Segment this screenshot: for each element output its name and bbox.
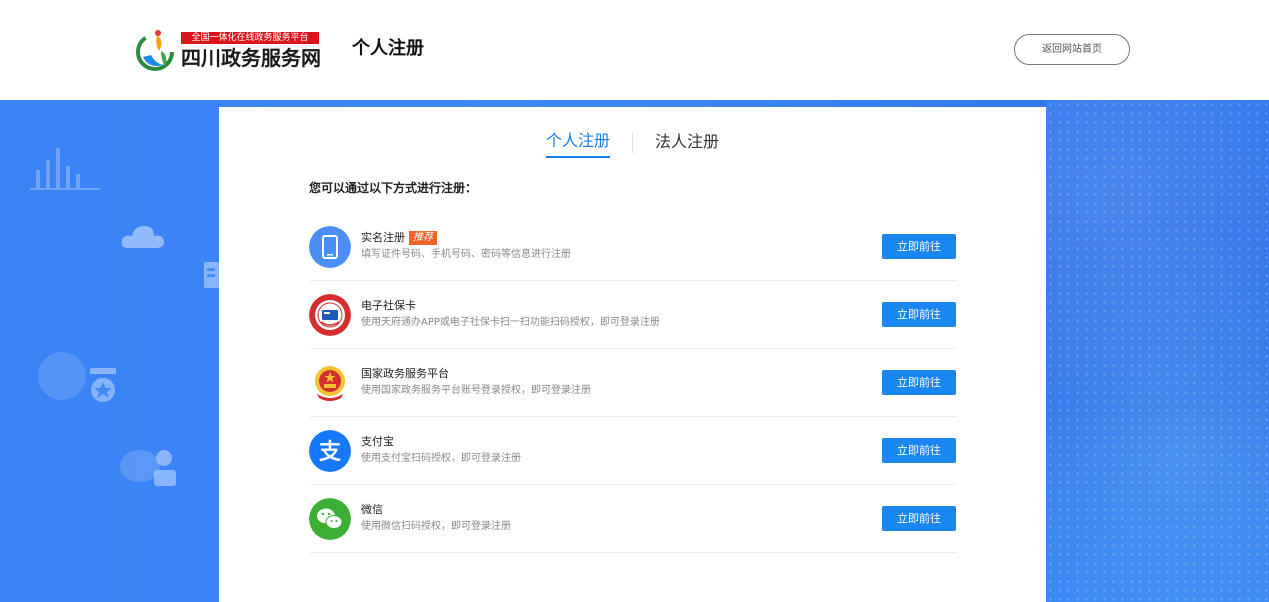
option-description: 使用天府通办APP或电子社保卡扫一扫功能扫码授权，即可登录注册 bbox=[361, 317, 660, 328]
option-title: 电子社保卡 bbox=[361, 299, 416, 312]
medal-deco-icon bbox=[90, 368, 116, 402]
option-title: 国家政务服务平台 bbox=[361, 367, 449, 380]
chat-user-deco-icon bbox=[120, 450, 176, 486]
go-real-name-registration-button[interactable]: 立即前往 bbox=[882, 234, 956, 259]
social-security-card-icon bbox=[309, 294, 351, 336]
go-national-gov-platform-button[interactable]: 立即前往 bbox=[882, 370, 956, 395]
option-national-gov-platform: 国家政务服务平台 使用国家政务服务平台账号登录授权，即可登录注册 立即前往 bbox=[309, 349, 956, 417]
wechat-icon bbox=[309, 498, 351, 540]
svg-text:支: 支 bbox=[319, 440, 342, 465]
registration-intro: 您可以通过以下方式进行注册： bbox=[309, 181, 478, 195]
national-emblem-icon bbox=[309, 362, 351, 404]
option-social-security-card: 电子社保卡 使用天府通办APP或电子社保卡扫一扫功能扫码授权，即可登录注册 立即… bbox=[309, 281, 956, 349]
option-wechat: 微信 使用微信扫码授权，即可登录注册 立即前往 bbox=[309, 485, 956, 553]
logo-site-name: 四川政务服务网 bbox=[181, 46, 321, 70]
go-social-security-card-button[interactable]: 立即前往 bbox=[882, 302, 956, 327]
recommend-badge: 推荐 bbox=[409, 231, 437, 245]
option-description: 使用国家政务服务平台账号登录授权，即可登录注册 bbox=[361, 385, 591, 396]
tablet-icon bbox=[309, 226, 351, 268]
globe-deco-icon bbox=[38, 352, 86, 400]
document-deco-icon bbox=[204, 262, 220, 288]
bar-chart-deco-icon bbox=[30, 148, 100, 190]
go-alipay-button[interactable]: 立即前往 bbox=[882, 438, 956, 463]
registration-card: 个人注册 法人注册 您可以通过以下方式进行注册： 实名注册 推荐 填写证件号码、手… bbox=[219, 107, 1046, 602]
dot-pattern bbox=[1046, 100, 1269, 602]
go-wechat-button[interactable]: 立即前往 bbox=[882, 506, 956, 531]
tab-personal-registration[interactable]: 个人注册 bbox=[545, 128, 610, 158]
option-title: 支付宝 bbox=[361, 435, 394, 448]
alipay-icon: 支 bbox=[309, 430, 351, 472]
option-alipay: 支 支付宝 使用支付宝扫码授权，即可登录注册 立即前往 bbox=[309, 417, 956, 485]
cloud-deco-icon bbox=[121, 226, 164, 248]
sichuan-logo-emblem-icon bbox=[136, 30, 174, 71]
logo-tagline: 全国一体化在线政务服务平台 bbox=[181, 32, 319, 44]
option-title: 微信 bbox=[361, 503, 383, 516]
back-to-home-button[interactable]: 返回网站首页 bbox=[1014, 34, 1130, 65]
option-real-name-registration: 实名注册 推荐 填写证件号码、手机号码、密码等信息进行注册 立即前往 bbox=[309, 213, 956, 281]
tab-divider bbox=[632, 133, 633, 153]
registration-options-list: 实名注册 推荐 填写证件号码、手机号码、密码等信息进行注册 立即前往 电子社保卡 … bbox=[309, 213, 956, 553]
site-logo[interactable]: 全国一体化在线政务服务平台 四川政务服务网 bbox=[135, 27, 321, 73]
option-description: 使用微信扫码授权，即可登录注册 bbox=[361, 521, 511, 532]
option-description: 使用支付宝扫码授权，即可登录注册 bbox=[361, 453, 521, 464]
site-header: 全国一体化在线政务服务平台 四川政务服务网 个人注册 返回网站首页 bbox=[0, 0, 1269, 100]
page-title: 个人注册 bbox=[352, 38, 424, 59]
tab-corporate-registration[interactable]: 法人注册 bbox=[655, 129, 719, 157]
option-description: 填写证件号码、手机号码、密码等信息进行注册 bbox=[361, 249, 571, 260]
option-title: 实名注册 bbox=[361, 231, 405, 244]
registration-tabs: 个人注册 法人注册 bbox=[219, 127, 1046, 159]
network-world-background bbox=[1046, 100, 1269, 602]
